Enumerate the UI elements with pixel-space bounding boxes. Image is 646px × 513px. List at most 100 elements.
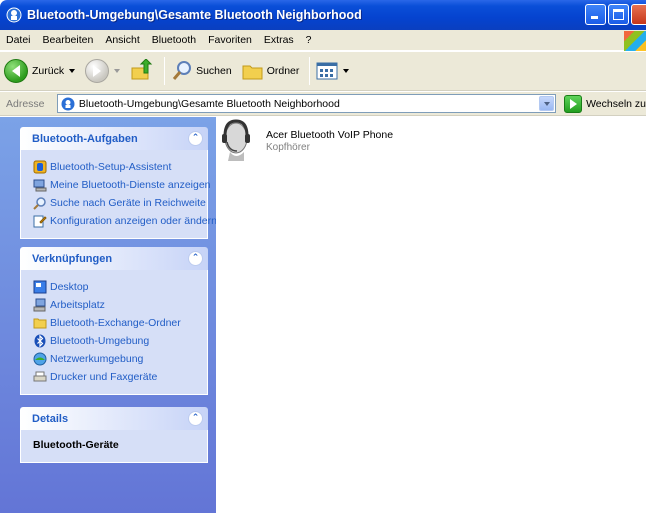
details-heading: Bluetooth-Geräte: [33, 439, 119, 451]
chevron-down-icon: [543, 101, 550, 106]
shortcut-my-computer[interactable]: Arbeitsplatz: [33, 296, 199, 314]
go-button[interactable]: Wechseln zu: [564, 94, 646, 113]
close-button[interactable]: [631, 4, 646, 25]
network-icon: [33, 352, 47, 366]
toolbar-separator: [164, 57, 166, 85]
bluetooth-neighborhood-icon: [6, 7, 22, 23]
toolbar: Zurück Suchen Ordner: [0, 52, 646, 91]
details-header[interactable]: Details ⌃: [20, 407, 208, 430]
task-label: Meine Bluetooth-Dienste anzeigen: [50, 179, 211, 191]
my-computer-icon: [33, 298, 46, 312]
window-title: Bluetooth-Umgebung\Gesamte Bluetooth Nei…: [27, 8, 362, 22]
folder-up-icon: [131, 59, 153, 80]
setup-wizard-icon: [33, 160, 47, 174]
go-label: Wechseln zu: [586, 97, 646, 110]
menu-edit[interactable]: Bearbeiten: [37, 34, 100, 46]
bluetooth-tasks-body: Bluetooth-Setup-Assistent Meine Bluetoot…: [20, 150, 217, 239]
file-view: Acer Bluetooth VoIP Phone Kopfhörer: [216, 117, 646, 513]
search-label: Suchen: [196, 65, 232, 77]
windows-logo-icon: [624, 31, 646, 51]
shortcut-label: Bluetooth-Exchange-Ordner: [50, 317, 181, 329]
views-button[interactable]: [316, 55, 355, 87]
collapse-chevron-icon[interactable]: ⌃: [188, 131, 203, 146]
forward-dropdown-icon[interactable]: [114, 69, 121, 73]
views-icon: [316, 62, 338, 80]
services-icon: [33, 179, 47, 192]
task-label: Suche nach Geräte in Reichweite: [50, 197, 206, 209]
panel-title: Verknüpfungen: [32, 252, 113, 265]
shortcut-desktop[interactable]: Desktop: [33, 278, 199, 296]
shortcut-label: Desktop: [50, 281, 89, 293]
bluetooth-tasks-panel: Bluetooth-Aufgaben ⌃ Bluetooth-Setup-Ass…: [20, 127, 217, 239]
task-show-services[interactable]: Meine Bluetooth-Dienste anzeigen: [33, 176, 211, 194]
toolbar-separator: [309, 57, 311, 85]
panel-title: Details: [32, 412, 69, 425]
shortcuts-header[interactable]: Verknüpfungen ⌃: [20, 247, 208, 270]
details-panel: Details ⌃ Bluetooth-Geräte: [20, 407, 208, 463]
task-label: Bluetooth-Setup-Assistent: [50, 161, 172, 173]
shortcut-label: Arbeitsplatz: [50, 299, 105, 311]
shortcuts-panel: Verknüpfungen ⌃ Desktop Arbeitsplatz Blu…: [20, 247, 208, 395]
bluetooth-tasks-header[interactable]: Bluetooth-Aufgaben ⌃: [20, 127, 208, 150]
menu-help[interactable]: ?: [300, 34, 318, 46]
views-dropdown-icon[interactable]: [343, 69, 350, 73]
details-body: Bluetooth-Geräte: [20, 430, 208, 463]
device-type: Kopfhörer: [266, 142, 310, 153]
task-search-devices[interactable]: Suche nach Geräte in Reichweite: [33, 194, 206, 212]
collapse-chevron-icon[interactable]: ⌃: [188, 411, 203, 426]
menu-bluetooth[interactable]: Bluetooth: [146, 34, 202, 46]
back-arrow-icon: [4, 59, 28, 83]
go-arrow-icon: [564, 94, 583, 113]
menu-file[interactable]: Datei: [0, 34, 37, 46]
bluetooth-icon: [34, 334, 46, 348]
shortcut-exchange-folder[interactable]: Bluetooth-Exchange-Ordner: [33, 314, 199, 332]
menu-bar: Datei Bearbeiten Ansicht Bluetooth Favor…: [0, 30, 646, 51]
device-name: Acer Bluetooth VoIP Phone: [266, 129, 394, 141]
search-icon: [172, 61, 192, 80]
task-label: Konfiguration anzeigen oder ändern: [50, 215, 217, 227]
maximize-button[interactable]: [608, 4, 629, 25]
shortcut-bluetooth-neighborhood[interactable]: Bluetooth-Umgebung: [33, 332, 199, 350]
configuration-icon: [33, 215, 47, 228]
task-pane: Bluetooth-Aufgaben ⌃ Bluetooth-Setup-Ass…: [0, 117, 217, 513]
back-button[interactable]: Zurück: [4, 55, 81, 87]
bluetooth-neighborhood-icon: [61, 97, 75, 110]
address-dropdown-button[interactable]: [539, 96, 555, 111]
task-setup-wizard[interactable]: Bluetooth-Setup-Assistent: [33, 158, 199, 176]
menu-view[interactable]: Ansicht: [99, 34, 145, 46]
search-icon: [33, 197, 46, 210]
minimize-button[interactable]: [585, 4, 606, 25]
search-button[interactable]: Suchen: [171, 55, 232, 87]
folder-icon: [33, 318, 47, 329]
shortcut-label: Netzwerkumgebung: [50, 353, 144, 365]
back-dropdown-icon[interactable]: [69, 69, 76, 73]
shortcut-printers[interactable]: Drucker und Faxgeräte: [33, 368, 199, 386]
task-configuration[interactable]: Konfiguration anzeigen oder ändern: [33, 212, 217, 230]
headset-icon: [222, 119, 250, 161]
up-button[interactable]: [130, 55, 154, 87]
forward-arrow-icon: [85, 59, 110, 83]
address-label: Adresse: [6, 97, 45, 110]
title-bar: Bluetooth-Umgebung\Gesamte Bluetooth Nei…: [0, 0, 646, 30]
collapse-chevron-icon[interactable]: ⌃: [188, 251, 203, 266]
minimize-icon: [591, 16, 598, 19]
device-item[interactable]: Acer Bluetooth VoIP Phone Kopfhörer: [218, 118, 393, 162]
address-bar: Adresse Bluetooth-Umgebung\Gesamte Bluet…: [0, 92, 646, 116]
menu-tools[interactable]: Extras: [258, 34, 300, 46]
forward-button[interactable]: [85, 55, 126, 87]
address-field[interactable]: Bluetooth-Umgebung\Gesamte Bluetooth Nei…: [56, 94, 557, 113]
address-value: Bluetooth-Umgebung\Gesamte Bluetooth Nei…: [78, 97, 340, 110]
shortcut-label: Drucker und Faxgeräte: [50, 371, 158, 383]
folders-icon: [242, 65, 263, 80]
folders-label: Ordner: [266, 65, 300, 77]
menu-favorites[interactable]: Favoriten: [202, 34, 258, 46]
desktop-icon: [33, 280, 47, 294]
shortcut-label: Bluetooth-Umgebung: [50, 335, 150, 347]
shortcuts-body: Desktop Arbeitsplatz Bluetooth-Exchange-…: [20, 270, 208, 395]
folders-button[interactable]: Ordner: [242, 55, 300, 87]
back-label: Zurück: [32, 65, 65, 77]
panel-title: Bluetooth-Aufgaben: [32, 132, 138, 145]
printer-icon: [33, 371, 47, 382]
shortcut-network[interactable]: Netzwerkumgebung: [33, 350, 199, 368]
maximize-icon: [613, 9, 624, 20]
